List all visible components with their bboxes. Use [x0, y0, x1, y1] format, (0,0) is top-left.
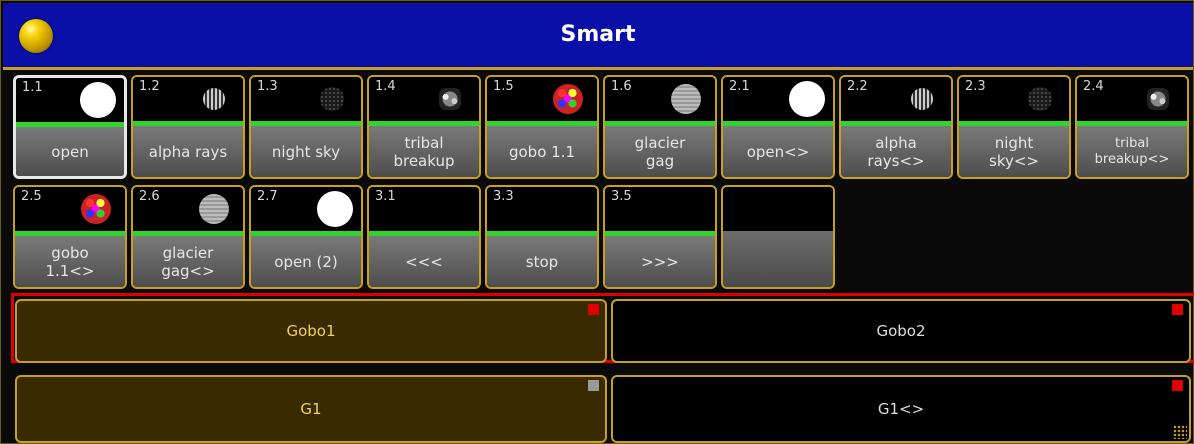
preset-row-gobo: Gobo1 Gobo2: [11, 293, 1194, 363]
pool-tile-empty[interactable]: [721, 185, 835, 289]
tribal-gobo-icon: [439, 88, 461, 110]
tile-number: 1.1: [22, 80, 43, 95]
tile-label: stop: [487, 236, 597, 287]
color-gobo-icon: [553, 84, 583, 114]
tile-label: tribal breakup<>: [1077, 126, 1187, 177]
pool-tile-2-7[interactable]: 2.7 open (2): [249, 185, 363, 289]
tile-label: night sky: [251, 126, 361, 177]
tile-number: 2.7: [257, 189, 278, 204]
tile-label: [723, 231, 833, 287]
preset-gobo2[interactable]: Gobo2: [611, 299, 1191, 363]
pool-tile-2-2[interactable]: 2.2 alpha rays<>: [839, 75, 953, 179]
tile-number: 2.4: [1083, 79, 1104, 94]
night-sky-gobo-icon: [320, 87, 344, 111]
glacier-gobo-icon: [199, 194, 229, 224]
active-flag-icon: [588, 304, 599, 315]
tile-label: open (2): [251, 236, 361, 287]
active-flag-icon: [1172, 380, 1183, 391]
pool-tile-1-5[interactable]: 1.5 gobo 1.1: [485, 75, 599, 179]
title-bar: Smart: [3, 3, 1193, 70]
pool-tile-1-2[interactable]: 1.2 alpha rays: [131, 75, 245, 179]
preset-label: Gobo2: [876, 322, 926, 340]
night-sky-gobo-icon: [1028, 87, 1052, 111]
preset-row-g1: G1 G1<>: [13, 371, 1194, 443]
tile-number: 3.1: [375, 189, 396, 204]
tile-label: gobo 1.1<>: [15, 236, 125, 287]
preset-g1-alt[interactable]: G1<>: [611, 375, 1191, 443]
tile-number: 1.2: [139, 79, 160, 94]
pool-tile-3-3[interactable]: 3.3 stop: [485, 185, 599, 289]
tile-number: 2.6: [139, 189, 160, 204]
pool-tile-2-6[interactable]: 2.6 glacier gag<>: [131, 185, 245, 289]
tile-label: alpha rays<>: [841, 126, 951, 177]
preset-label: G1: [300, 400, 322, 418]
pool-tile-1-3[interactable]: 1.3 night sky: [249, 75, 363, 179]
glacier-gobo-icon: [671, 84, 701, 114]
tile-number: 1.6: [611, 79, 632, 94]
tile-label: >>>: [605, 236, 715, 287]
tile-number: 2.5: [21, 189, 42, 204]
preset-label: Gobo1: [286, 322, 336, 340]
open-gobo-icon: [789, 81, 825, 117]
inactive-flag-icon: [588, 380, 599, 391]
pool-tile-1-4[interactable]: 1.4 tribal breakup: [367, 75, 481, 179]
tile-label: glacier gag<>: [133, 236, 243, 287]
window-title: Smart: [560, 22, 636, 47]
pool-tile-3-5[interactable]: 3.5 >>>: [603, 185, 717, 289]
tribal-gobo-icon: [1147, 88, 1169, 110]
tile-number: 1.4: [375, 79, 396, 94]
pool-tile-2-5[interactable]: 2.5 gobo 1.1<>: [13, 185, 127, 289]
alpha-rays-gobo-icon: [203, 88, 225, 110]
pool-tile-1-1[interactable]: 1.1 open: [13, 75, 127, 179]
tile-number: 3.3: [493, 189, 514, 204]
tile-label: glacier gag: [605, 126, 715, 177]
tile-label: open: [16, 127, 124, 176]
preset-label: G1<>: [877, 400, 925, 418]
tile-number: 3.5: [611, 189, 632, 204]
tile-number: 2.1: [729, 79, 750, 94]
preset-gobo1[interactable]: Gobo1: [15, 299, 607, 363]
tile-number: 1.5: [493, 79, 514, 94]
alpha-rays-gobo-icon: [911, 88, 933, 110]
open-gobo-icon: [80, 82, 116, 118]
pool-tile-3-1[interactable]: 3.1 <<<: [367, 185, 481, 289]
color-gobo-icon: [81, 194, 111, 224]
pool-tile-2-4[interactable]: 2.4 tribal breakup<>: [1075, 75, 1189, 179]
resize-grip-icon[interactable]: [1173, 425, 1187, 439]
pool-tile-2-1[interactable]: 2.1 open<>: [721, 75, 835, 179]
pool-tile-1-6[interactable]: 1.6 glacier gag: [603, 75, 717, 179]
tile-label: open<>: [723, 126, 833, 177]
open-gobo-icon: [317, 191, 353, 227]
active-flag-icon: [1172, 304, 1183, 315]
smart-window: Smart 1.1 open 1.2 alpha rays 1.3 night …: [0, 0, 1194, 444]
gobo-pool: 1.1 open 1.2 alpha rays 1.3 night sky 1.…: [13, 75, 1194, 295]
pool-tile-2-3[interactable]: 2.3 night sky<>: [957, 75, 1071, 179]
tile-label: night sky<>: [959, 126, 1069, 177]
tile-number: 2.2: [847, 79, 868, 94]
tile-label: <<<: [369, 236, 479, 287]
tile-label: alpha rays: [133, 126, 243, 177]
tile-label: tribal breakup: [369, 126, 479, 177]
tile-label: gobo 1.1: [487, 126, 597, 177]
tile-number: 1.3: [257, 79, 278, 94]
tile-number: 2.3: [965, 79, 986, 94]
preset-g1[interactable]: G1: [15, 375, 607, 443]
